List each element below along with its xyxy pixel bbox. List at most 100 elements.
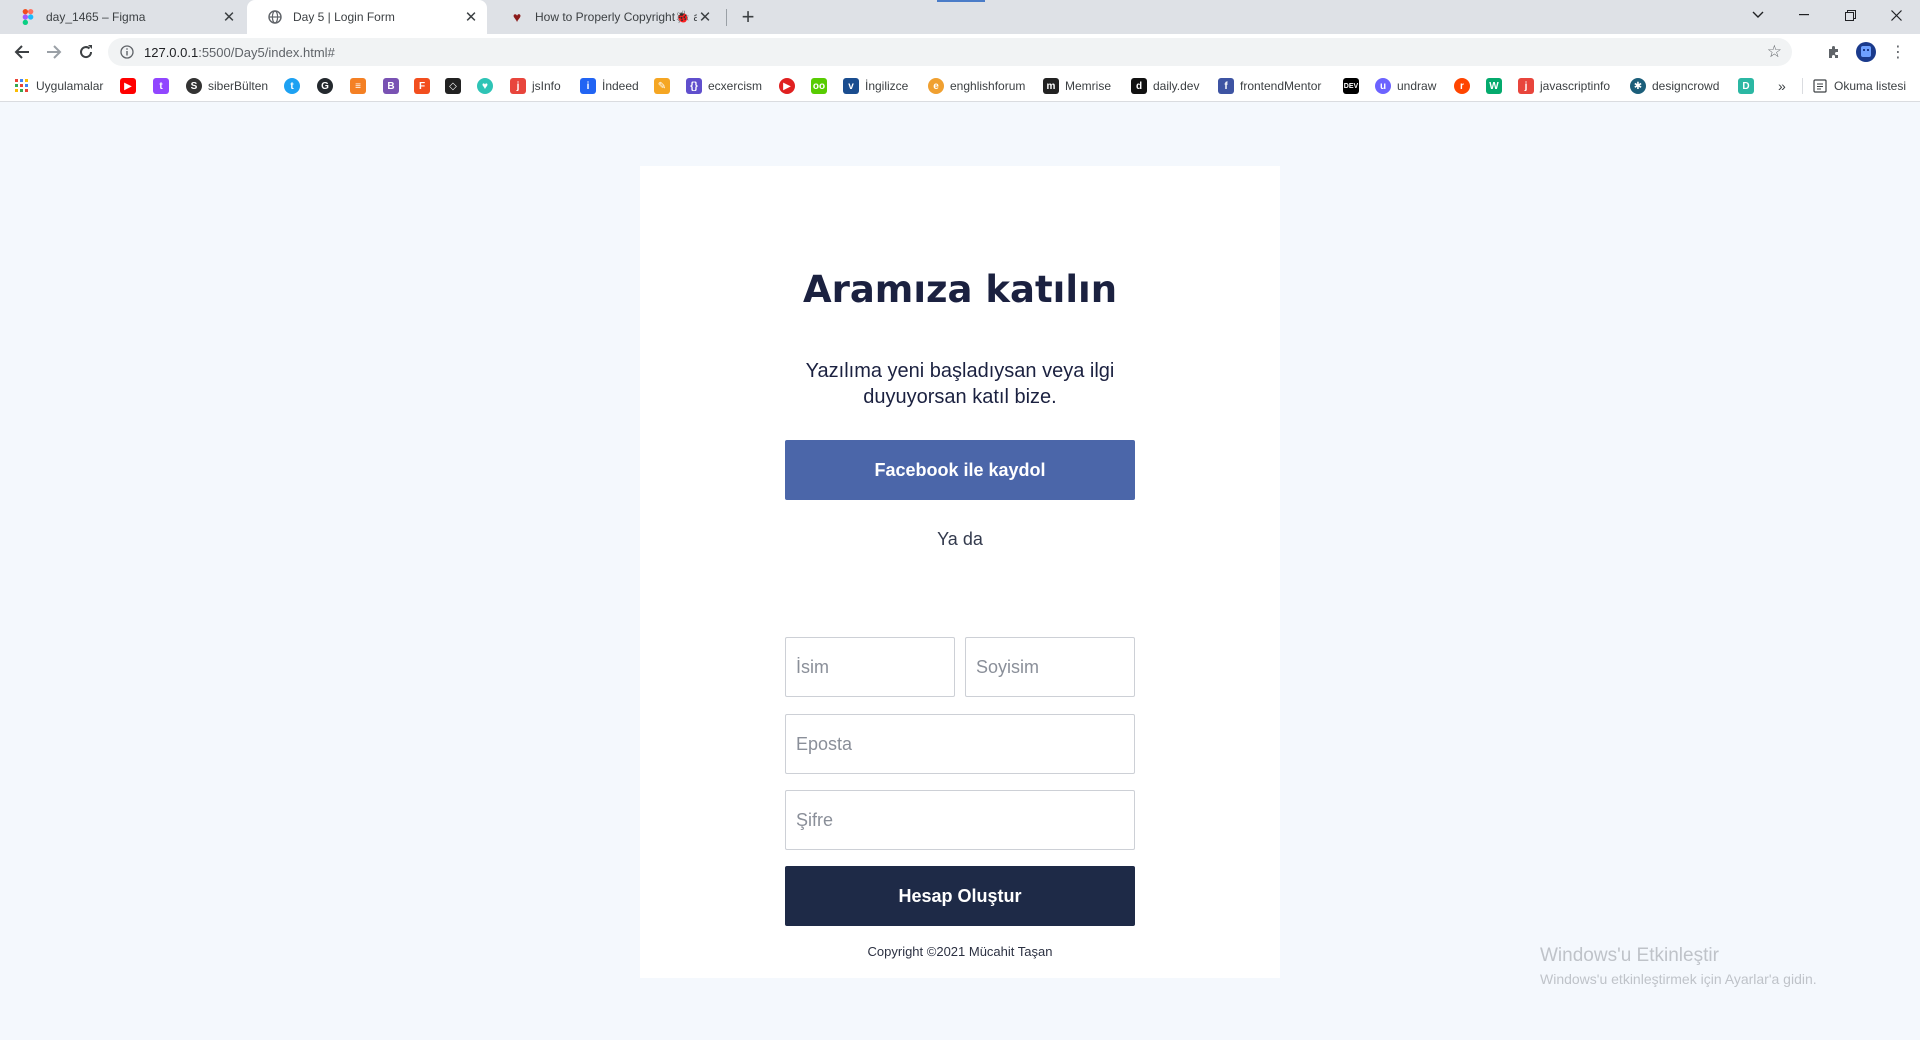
jsinfo-icon: j	[510, 78, 526, 94]
last-name-field[interactable]	[965, 637, 1135, 697]
bookmark-frontendmentor[interactable]: f frontendMentor	[1218, 76, 1321, 96]
reload-icon[interactable]	[72, 38, 100, 66]
w3schools-icon: W	[1486, 78, 1502, 94]
close-tab-icon[interactable]: ✕	[697, 9, 713, 26]
heart-icon: ♥	[512, 9, 522, 25]
bookmark-heart[interactable]: ♥	[477, 76, 493, 96]
bookmark-star-icon[interactable]: ☆	[1767, 43, 1782, 61]
tab-search-icon[interactable]	[1735, 0, 1781, 30]
bookmark-siberbulten[interactable]: SsiberBülten	[186, 76, 268, 96]
memrise-icon: m	[1043, 78, 1059, 94]
bookmark-redplay[interactable]: ▶	[779, 76, 795, 96]
or-divider-text: Ya da	[937, 529, 983, 549]
restore-button[interactable]	[1827, 0, 1873, 30]
copyright-text: Copyright ©2021 Mücahit Taşan	[867, 944, 1053, 959]
bookmark-stackoverflow[interactable]: ≡	[350, 76, 366, 96]
close-window-button[interactable]	[1873, 0, 1919, 30]
bookmark-label: ecxercism	[708, 79, 763, 93]
bookmark-github[interactable]: G	[317, 76, 333, 96]
bookmark-ecxercism[interactable]: {} ecxercism	[686, 76, 762, 96]
info-icon[interactable]	[118, 43, 136, 61]
bookmark-label: javascriptinfo	[1540, 79, 1611, 93]
heart-icon: ♥	[477, 78, 493, 94]
new-tab-button[interactable]: +	[735, 4, 761, 29]
bookmark-dailydev[interactable]: d daily.dev	[1131, 76, 1199, 96]
bookmark-codepen[interactable]: ◇	[445, 76, 461, 96]
bookmark-bootstrap[interactable]: B	[383, 76, 399, 96]
url-text[interactable]: 127.0.0.1:5500/Day5/index.html#	[144, 45, 335, 60]
play-icon: ▶	[779, 78, 795, 94]
minimize-button[interactable]	[1781, 0, 1827, 30]
close-tab-icon[interactable]: ✕	[221, 9, 237, 26]
bookmark-reddit[interactable]: r	[1454, 76, 1470, 96]
bookmark-youtube[interactable]: ▶	[120, 76, 136, 96]
url-path: :5500/Day5/index.html#	[198, 44, 335, 60]
vocabulary-icon: v	[843, 78, 859, 94]
bookmark-pencil[interactable]: ✎	[654, 76, 670, 96]
bookmarks-bar: Uygulamalar ▶ t SsiberBülten t G ≡ B F ◇…	[0, 70, 1920, 102]
back-arrow-icon[interactable]	[8, 38, 36, 66]
bookmark-label: enghlishforum	[950, 79, 1026, 93]
bookmark-d[interactable]: D	[1738, 76, 1754, 96]
dailydev-icon: d	[1131, 78, 1147, 94]
facebook-signup-button[interactable]: Facebook ile kaydol	[785, 440, 1135, 500]
windows-activation-watermark: Windows'u Etkinleştir Windows'u etkinleş…	[1540, 945, 1817, 987]
close-tab-icon[interactable]: ✕	[463, 9, 479, 26]
bookmark-englishforum[interactable]: e enghlishforum	[928, 76, 1025, 96]
bookmark-w3[interactable]: W	[1486, 76, 1502, 96]
exercism-icon: {}	[686, 78, 702, 94]
javascriptinfo-icon: j	[1518, 78, 1534, 94]
pencil-icon: ✎	[654, 78, 670, 94]
designcrowd-icon: ✱	[1630, 78, 1646, 94]
more-bookmarks-button[interactable]: »	[1778, 76, 1786, 96]
bookmark-javascriptinfo[interactable]: j javascriptinfo	[1518, 76, 1610, 96]
figma-icon: F	[414, 78, 430, 94]
browser-menu-icon[interactable]: ⋮	[1886, 40, 1910, 64]
tab-figma[interactable]: day_1465 – Figma ✕	[0, 0, 245, 34]
tab-login-form[interactable]: Day 5 | Login Form ✕	[247, 0, 487, 34]
create-account-button[interactable]: Hesap Oluştur	[785, 866, 1135, 926]
bookmark-reading-list[interactable]: Okuma listesi	[1812, 76, 1906, 96]
github-icon: G	[317, 78, 333, 94]
bookmark-figma[interactable]: F	[414, 76, 430, 96]
siberbulten-icon: S	[186, 78, 202, 94]
dev-icon: DEV	[1343, 78, 1359, 94]
bookmark-jsinfo[interactable]: j jsInfo	[510, 76, 561, 96]
bookmark-label: Okuma listesi	[1834, 79, 1907, 93]
bookmark-twitch[interactable]: t	[153, 76, 169, 96]
bootstrap-icon: B	[383, 78, 399, 94]
stackoverflow-icon: ≡	[350, 78, 366, 94]
extensions-puzzle-icon[interactable]	[1822, 40, 1846, 64]
email-field[interactable]	[785, 714, 1135, 774]
apps-grid-icon	[14, 78, 30, 94]
bookmark-dev[interactable]: DEV	[1343, 76, 1359, 96]
bookmark-apps[interactable]: Uygulamalar	[14, 76, 103, 96]
d-icon: D	[1738, 78, 1754, 94]
tab-separator	[726, 9, 727, 26]
watermark-title: Windows'u Etkinleştir	[1540, 945, 1719, 966]
tab-title: day_1465 – Figma	[46, 10, 146, 24]
bookmark-designcrowd[interactable]: ✱ designcrowd	[1630, 76, 1719, 96]
bookmark-label: designcrowd	[1652, 79, 1720, 93]
tab-strip: day_1465 – Figma ✕ Day 5 | Login Form ✕ …	[0, 0, 1920, 34]
page-title: Aramıza katılın	[802, 268, 1118, 311]
bookmark-twitter[interactable]: t	[284, 76, 300, 96]
forward-arrow-icon[interactable]	[40, 38, 68, 66]
bookmark-label: jsInfo	[532, 79, 561, 93]
tab-copyright[interactable]: ♥ How to Properly Copyright🐞 a ✕	[489, 0, 721, 34]
twitter-icon: t	[284, 78, 300, 94]
bookmark-label: siberBülten	[208, 79, 269, 93]
address-bar[interactable]: 127.0.0.1:5500/Day5/index.html# ☆	[108, 38, 1792, 66]
signup-card: Aramıza katılın Yazılıma yeni başladıysa…	[640, 166, 1280, 978]
bookmark-indeed[interactable]: i İndeed	[580, 76, 639, 96]
profile-avatar[interactable]	[1854, 40, 1878, 64]
bookmark-memrise[interactable]: m Memrise	[1043, 76, 1111, 96]
password-field[interactable]	[785, 790, 1135, 850]
bookmark-undraw[interactable]: u undraw	[1375, 76, 1436, 96]
bookmark-ingilizce[interactable]: v İngilizce	[843, 76, 908, 96]
frontendmentor-icon: f	[1218, 78, 1234, 94]
duolingo-icon: oo	[811, 78, 827, 94]
first-name-field[interactable]	[785, 637, 955, 697]
bookmark-label: İndeed	[602, 79, 639, 93]
bookmark-duolingo[interactable]: oo	[811, 76, 827, 96]
